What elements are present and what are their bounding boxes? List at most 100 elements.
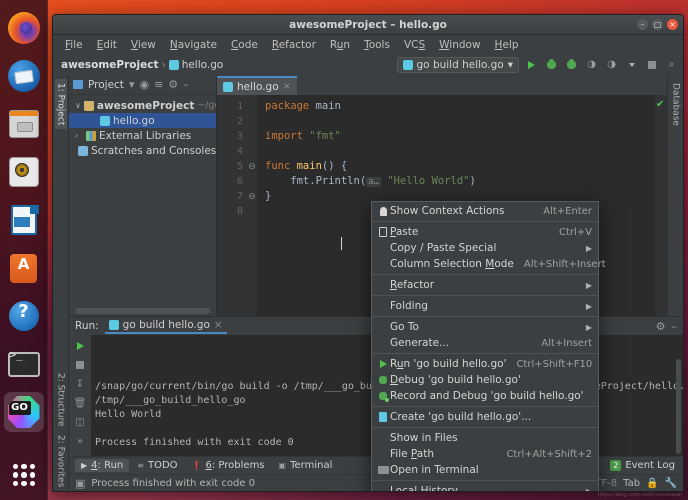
locate-file-icon[interactable]: ◉ [139,78,149,91]
menu-code[interactable]: Code [225,38,264,52]
project-horizontal-scrollbar[interactable] [75,308,210,314]
breadcrumb-project[interactable]: awesomeProject [61,59,158,71]
context-menu-item-folding[interactable]: Folding ▶ [372,298,598,314]
gear-icon[interactable]: ⚙ [656,320,666,333]
gear-icon[interactable]: ⚙ [168,78,178,91]
run-config-tab[interactable]: go build hello.go × [104,319,227,334]
clear-all-button[interactable]: 🗑 [74,397,87,409]
expand-toolbar-button[interactable]: » [74,435,86,447]
lock-icon[interactable]: 🔒 [646,478,658,489]
wrench-icon[interactable]: 🔧 [665,478,677,489]
menu-view[interactable]: View [125,38,162,52]
menu-navigate[interactable]: Navigate [164,38,223,52]
editor-tab-hello-go[interactable]: hello.go × [217,76,298,95]
context-menu-item-record-and-debug-go-build-hello-go[interactable]: Record and Debug 'go build hello.go' [372,388,598,404]
fold-toggle-icon[interactable]: ⊖ [247,159,257,174]
stop-button[interactable] [644,57,659,72]
editor-gutter[interactable]: 1 2 3 4 5 6 7 8 [217,95,257,316]
launcher-item-goland[interactable] [3,392,44,432]
left-tool-window-strip[interactable]: 1: Project 2: Structure 2: Favorites [53,75,69,491]
bottom-tab-terminal[interactable]: ▣ Terminal [273,459,339,472]
tree-item[interactable]: hello.go [69,113,216,128]
bottom-tab-problems[interactable]: ❗ 6: Problems [186,459,271,472]
menu-refactor[interactable]: Refactor [266,38,322,52]
context-menu-item-column-selection-mode[interactable]: Column Selection Mode Alt+Shift+Insert [372,256,606,272]
run-panel-toolbar[interactable]: ↧ 🗑 ◫ » [69,335,91,456]
profile-button[interactable]: ◑ [584,57,599,72]
event-log-button[interactable]: 2 Event Log [610,460,683,471]
menu-bar[interactable]: File Edit View Navigate Code Refactor Run Tools… [53,35,683,54]
launcher-item-firefox[interactable] [4,8,44,48]
stop-button[interactable] [74,359,86,371]
fold-toggle-icon[interactable]: ⊖ [247,189,257,204]
tool-window-project[interactable]: 1: Project [54,79,67,130]
launcher-item-libreoffice-writer[interactable] [4,200,44,240]
launcher-item-ubuntu-software[interactable] [4,248,44,288]
menu-edit[interactable]: Edit [91,38,123,52]
tree-item[interactable]: › External Libraries [69,128,216,143]
run-with-coverage-button[interactable] [564,57,579,72]
soft-wrap-button[interactable]: ◫ [74,416,86,428]
context-menu-item-refactor[interactable]: Refactor ▶ [372,277,598,293]
chevron-icon[interactable]: ∨ [75,101,81,110]
launcher-item-rhythmbox[interactable] [4,152,44,192]
console-scrollbar[interactable] [676,359,681,454]
context-menu-item-local-history[interactable]: Local History ▶ [372,483,598,491]
chevron-icon[interactable]: › [75,131,83,140]
context-menu-item-open-in-terminal[interactable]: Open in Terminal [372,462,598,478]
context-menu-item-debug-go-build-hello-go[interactable]: Debug 'go build hello.go' [372,372,598,388]
tool-window-database[interactable]: Database [670,79,682,130]
more-run-options-button[interactable]: ◑ [604,57,619,72]
menu-run[interactable]: Run [324,38,356,52]
editor-right-gutter[interactable]: ✔ [655,95,667,316]
hide-panel-icon[interactable]: – [183,78,189,91]
debug-button[interactable] [544,57,559,72]
chevron-down-icon[interactable]: ▾ [129,78,135,91]
context-menu-item-paste[interactable]: Paste Ctrl+V [372,224,598,240]
launcher-item-help[interactable] [4,296,44,336]
editor-tab-bar[interactable]: hello.go × [217,75,667,95]
context-menu-item-copy-paste-special[interactable]: Copy / Paste Special ▶ [372,240,598,256]
context-menu-item-create-go-build-hello-go[interactable]: Create 'go build hello.go'... [372,409,598,425]
menu-file[interactable]: File [59,38,89,52]
scroll-to-end-button[interactable]: ↧ [74,378,86,390]
right-tool-window-strip[interactable]: Database [667,75,683,316]
close-icon[interactable]: × [283,81,291,92]
tool-window-structure[interactable]: 2: Structure [55,369,67,431]
context-menu-item-show-in-files[interactable]: Show in Files [372,430,598,446]
bottom-tab-todo[interactable]: ≡ TODO [131,459,183,472]
toggle-toolwindows-icon[interactable]: ▣ [75,477,85,490]
breadcrumb[interactable]: awesomeProject › hello.go [61,59,223,71]
launcher-item-thunderbird[interactable] [4,56,44,96]
ubuntu-launcher[interactable] [0,0,48,500]
indent-setting[interactable]: Tab [623,478,640,489]
menu-vcs[interactable]: VCS [398,38,431,52]
editor-fold-column[interactable]: ⊖ ⊖ [247,95,257,316]
menu-help[interactable]: Help [489,38,525,52]
tree-item[interactable]: Scratches and Consoles [69,143,216,158]
window-controls[interactable]: – □ × [637,19,678,30]
collapse-all-icon[interactable]: ≡ [154,78,163,91]
context-menu-item-file-path[interactable]: File Path Ctrl+Alt+Shift+2 [372,446,598,462]
bottom-tab-run[interactable]: ▶ 4: Run [75,459,130,472]
context-menu-item-go-to[interactable]: Go To ▶ [372,319,598,335]
context-menu-item-show-context-actions[interactable]: Show Context Actions Alt+Enter [372,203,598,219]
project-tree[interactable]: ∨ awesomeProject~/go/sr hello.go › External … [69,95,216,308]
tool-window-favorites[interactable]: 2: Favorites [55,431,67,491]
hide-panel-icon[interactable]: – [672,320,678,333]
minimize-button[interactable]: – [637,19,648,30]
launcher-item-files[interactable] [4,104,44,144]
tree-item[interactable]: ∨ awesomeProject~/go/sr [69,98,216,113]
editor-context-menu[interactable]: Show Context Actions Alt+Enter Paste Ctrl+V… [371,201,606,491]
context-menu-item-generate[interactable]: Generate... Alt+Insert [372,335,598,351]
menu-window[interactable]: Window [433,38,486,52]
run-configuration-selector[interactable]: go build hello.go ▾ [396,56,519,73]
close-icon[interactable]: × [214,319,223,331]
show-applications-button[interactable] [13,464,35,486]
run-button[interactable] [524,57,539,72]
breadcrumb-file[interactable]: hello.go [182,59,224,71]
maximize-button[interactable]: □ [652,19,663,30]
chevron-down-icon[interactable] [624,57,639,72]
close-button[interactable]: × [667,19,678,30]
rerun-button[interactable] [74,340,86,352]
